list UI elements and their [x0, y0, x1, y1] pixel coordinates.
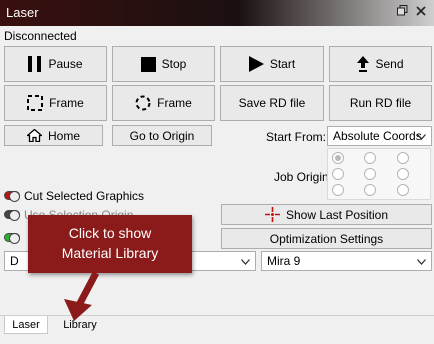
save-rd-file-button[interactable]: Save RD file [220, 85, 324, 121]
pause-label: Pause [48, 57, 83, 71]
cut-selected-toggle[interactable] [4, 191, 20, 202]
optimization-settings-label: Optimization Settings [269, 231, 384, 246]
job-origin-top-right[interactable] [397, 152, 409, 164]
close-icon[interactable] [413, 4, 429, 20]
play-icon [248, 56, 264, 72]
home-button[interactable]: Home [4, 125, 103, 146]
restore-icon[interactable] [394, 4, 410, 20]
start-button[interactable]: Start [220, 46, 324, 82]
job-origin-middle-left[interactable] [332, 168, 344, 180]
machine-select[interactable]: Mira 9 [261, 251, 432, 271]
stop-label: Stop [161, 57, 187, 71]
cut-selected-label: Cut Selected Graphics [24, 189, 145, 203]
run-rd-file-button[interactable]: Run RD file [329, 85, 432, 121]
job-origin-middle-right[interactable] [397, 168, 409, 180]
job-origin-top-left[interactable] [332, 152, 344, 164]
start-from-label: Start From: [266, 130, 327, 144]
callout-arrow-icon [64, 273, 100, 321]
chevron-down-icon [417, 129, 426, 143]
option-toggle-green[interactable] [4, 233, 20, 244]
callout-line-2: Material Library [61, 245, 159, 261]
frame-rect-label: Frame [49, 96, 84, 110]
window-title: Laser [6, 5, 39, 20]
chevron-down-icon [417, 254, 426, 268]
frame-circle-label: Frame [157, 96, 192, 110]
job-origin-center[interactable] [364, 168, 376, 180]
job-origin-bottom-right[interactable] [397, 184, 409, 196]
stop-button[interactable]: Stop [112, 46, 215, 82]
send-label: Send [375, 57, 404, 71]
frame-square-icon [27, 95, 44, 111]
job-origin-bottom-left[interactable] [332, 184, 344, 196]
job-origin-bottom-center[interactable] [364, 184, 376, 196]
upload-icon [357, 56, 370, 72]
frame-rect-button[interactable]: Frame [4, 85, 107, 121]
show-last-position-button[interactable]: Show Last Position [221, 204, 432, 225]
home-icon [26, 129, 42, 142]
start-from-value: Absolute Coords [333, 129, 422, 143]
tab-laser-label: Laser [12, 318, 40, 331]
stop-icon [140, 56, 156, 72]
crosshair-icon [264, 207, 280, 222]
connection-status: Disconnected [4, 29, 77, 43]
start-from-select[interactable]: Absolute Coords [327, 126, 432, 146]
window-titlebar[interactable]: Laser [0, 0, 434, 26]
save-rd-file-label: Save RD file [238, 96, 306, 110]
go-to-origin-button[interactable]: Go to Origin [112, 125, 212, 146]
device-value: D [10, 254, 19, 268]
chevron-down-icon [241, 254, 250, 268]
pause-icon [28, 56, 42, 72]
go-to-origin-label: Go to Origin [129, 128, 195, 143]
run-rd-file-label: Run RD file [349, 96, 412, 110]
pause-button[interactable]: Pause [4, 46, 107, 82]
optimization-settings-button[interactable]: Optimization Settings [221, 228, 432, 249]
send-button[interactable]: Send [329, 46, 432, 82]
show-last-position-label: Show Last Position [285, 207, 389, 222]
use-selection-origin-toggle[interactable] [4, 210, 20, 221]
start-label: Start [269, 57, 296, 71]
frame-circle-icon [135, 95, 151, 111]
material-library-callout: Click to show Material Library [28, 215, 192, 273]
machine-value: Mira 9 [267, 254, 301, 268]
home-label: Home [47, 128, 80, 143]
frame-circle-button[interactable]: Frame [112, 85, 215, 121]
job-origin-top-center[interactable] [364, 152, 376, 164]
tab-laser[interactable]: Laser [4, 316, 48, 334]
job-origin-label: Job Origin [274, 170, 329, 184]
callout-line-1: Click to show [68, 225, 152, 241]
